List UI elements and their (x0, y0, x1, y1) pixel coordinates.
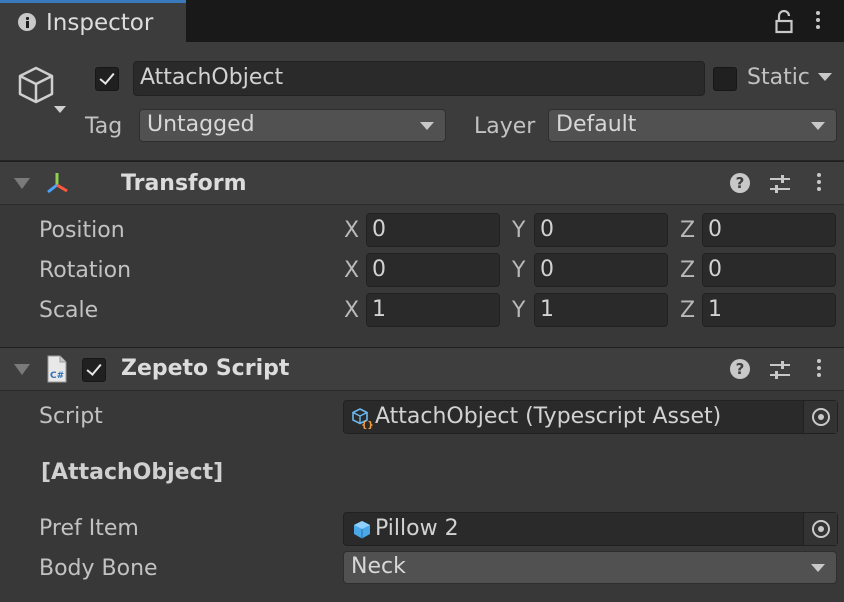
scale-y-field[interactable]: 1 (534, 293, 668, 327)
scale-z-axis[interactable]: Z (680, 298, 695, 323)
rotation-x-axis[interactable]: X (344, 258, 359, 283)
rotation-x-field[interactable]: 0 (366, 253, 500, 287)
component-menu-icon[interactable] (817, 173, 821, 194)
script-label: Script (39, 404, 103, 429)
chevron-down-icon (420, 122, 434, 130)
position-y-axis[interactable]: Y (512, 218, 525, 243)
layer-value: Default (556, 112, 637, 137)
zepeto-script-header[interactable]: C# Zepeto Script ? (0, 347, 844, 391)
layer-label: Layer (474, 114, 536, 139)
position-z-field[interactable]: 0 (702, 213, 836, 247)
rotation-y-field[interactable]: 0 (534, 253, 668, 287)
layer-dropdown[interactable]: Default (548, 109, 837, 142)
foldout-arrow-icon[interactable] (14, 364, 30, 375)
body-bone-label: Body Bone (39, 556, 158, 581)
script-value: AttachObject (Typescript Asset) (375, 404, 722, 429)
tab-inspector-label: Inspector (46, 10, 154, 36)
object-header: AttachObject Static Tag Untagged Layer D… (0, 42, 844, 161)
component-menu-icon[interactable] (817, 359, 821, 380)
tag-dropdown[interactable]: Untagged (139, 109, 446, 142)
object-name-field[interactable]: AttachObject (133, 61, 705, 96)
kebab-menu-icon[interactable] (816, 11, 820, 32)
script-enabled-checkbox[interactable] (82, 358, 106, 382)
position-y-field[interactable]: 0 (534, 213, 668, 247)
lock-icon[interactable] (774, 9, 794, 34)
rotation-y-axis[interactable]: Y (512, 258, 525, 283)
transform-title: Transform (121, 171, 247, 196)
help-icon[interactable]: ? (730, 359, 750, 379)
object-picker-icon[interactable] (803, 513, 837, 545)
foldout-arrow-icon[interactable] (14, 178, 30, 189)
scale-y-axis[interactable]: Y (512, 298, 525, 323)
tag-label: Tag (85, 114, 123, 139)
scale-x-axis[interactable]: X (344, 298, 359, 323)
static-checkbox[interactable] (713, 67, 737, 91)
pref-item-object-field[interactable]: Pillow 2 (343, 512, 838, 546)
pref-item-label: Pref Item (39, 516, 139, 541)
transform-header[interactable]: Transform ? (0, 161, 844, 205)
presets-icon[interactable] (768, 359, 792, 381)
rotation-z-field[interactable]: 0 (702, 253, 836, 287)
static-dropdown-icon[interactable] (818, 73, 832, 81)
tag-value: Untagged (147, 112, 255, 137)
object-picker-icon[interactable] (803, 401, 837, 433)
transform-icon (44, 170, 70, 196)
chevron-down-icon (811, 564, 825, 572)
svg-text:{}: {} (361, 421, 373, 429)
scale-x-field[interactable]: 1 (366, 293, 500, 327)
scale-label: Scale (39, 298, 99, 323)
presets-icon[interactable] (768, 173, 792, 195)
rotation-label: Rotation (39, 258, 132, 283)
position-z-axis[interactable]: Z (680, 218, 695, 243)
script-object-field[interactable]: {} AttachObject (Typescript Asset) (343, 400, 838, 434)
static-label[interactable]: Static (747, 65, 810, 90)
body-bone-dropdown[interactable]: Neck (343, 551, 837, 584)
section-header: [AttachObject] (41, 460, 224, 485)
zepeto-script-title: Zepeto Script (121, 356, 290, 381)
typescript-asset-icon: {} (351, 407, 374, 431)
body-bone-value: Neck (351, 554, 406, 579)
gameobject-icon[interactable] (14, 64, 70, 120)
position-label: Position (39, 218, 125, 243)
svg-text:C#: C# (50, 371, 64, 381)
tab-inspector[interactable]: Inspector (0, 0, 186, 42)
position-x-field[interactable]: 0 (366, 213, 500, 247)
prefab-icon (351, 519, 373, 541)
position-x-axis[interactable]: X (344, 218, 359, 243)
chevron-down-icon (811, 122, 825, 130)
scale-z-field[interactable]: 1 (702, 293, 836, 327)
info-icon (18, 13, 36, 31)
help-icon[interactable]: ? (730, 173, 750, 193)
active-checkbox[interactable] (95, 67, 119, 91)
pref-item-value: Pillow 2 (375, 516, 459, 541)
rotation-z-axis[interactable]: Z (680, 258, 695, 283)
csharp-script-icon: C# (45, 354, 69, 384)
